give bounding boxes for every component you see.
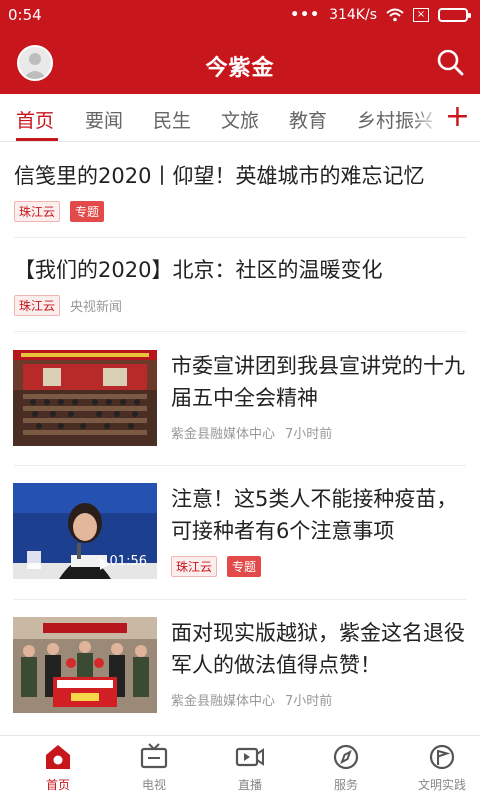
nav-label: 直播 (237, 778, 262, 792)
nav-services[interactable]: 服务 (298, 736, 394, 800)
topic-tag: 专题 (227, 556, 262, 577)
tab-livelihood[interactable]: 民生 (153, 106, 191, 133)
article-source: 紫金县融媒体中心 (171, 694, 276, 709)
award-ceremony-image (13, 617, 157, 713)
home-icon (46, 745, 70, 769)
article-title: 市委宣讲团到我县宣讲党的十九届五中全会精神 (171, 354, 465, 410)
add-tab-button[interactable]: + (445, 100, 470, 134)
list-item[interactable]: 注意！这5类人不能接种疫苗，可接种者有6个注意事项 珠江云 专题 (171, 483, 467, 577)
status-dots: ••• (290, 7, 321, 23)
compass-icon (333, 744, 359, 770)
nav-tv[interactable]: 电视 (106, 736, 202, 800)
app-header: 今紫金 (0, 30, 480, 94)
article-source: 紫金县融媒体中心 (171, 427, 276, 442)
no-sim-icon: × (413, 8, 429, 22)
bottom-navigation: 首页 电视 直播 服务 文明实践 (0, 735, 480, 800)
app-title: 今紫金 (205, 56, 275, 81)
divider (14, 237, 466, 238)
category-tabs: 首页 要闻 民生 文旅 教育 乡村振兴 + (0, 94, 480, 142)
nav-civilization-practice[interactable]: 文明实践 (394, 736, 480, 800)
video-duration: 01:56 (109, 554, 147, 569)
nav-label: 首页 (45, 778, 70, 792)
nav-label: 文明实践 (417, 778, 466, 792)
nav-label: 服务 (333, 778, 358, 792)
tab-home[interactable]: 首页 (16, 106, 54, 133)
tab-education[interactable]: 教育 (289, 106, 327, 133)
article-time: 7小时前 (285, 694, 333, 709)
search-icon[interactable] (434, 46, 466, 78)
divider (14, 331, 466, 332)
meeting-hall-image (13, 350, 157, 446)
article-title: 注意！这5类人不能接种疫苗，可接种者有6个注意事项 (171, 487, 458, 543)
article-time: 7小时前 (285, 427, 333, 442)
flag-icon (429, 744, 455, 770)
status-bar: 0:54 ••• 314K/s × (0, 0, 480, 30)
article-source: 央视新闻 (70, 300, 123, 315)
active-tab-indicator (16, 138, 58, 141)
article-thumbnail[interactable] (13, 350, 157, 446)
divider (14, 465, 466, 466)
article-title: 面对现实版越狱，紫金这名退役军人的做法值得点赞！ (171, 621, 465, 677)
divider (14, 599, 466, 600)
list-item[interactable]: 信笺里的2020丨仰望！英雄城市的难忘记忆 珠江云 专题 (14, 161, 466, 222)
nav-live[interactable]: 直播 (202, 736, 298, 800)
source-tag: 珠江云 (171, 556, 218, 577)
tab-news[interactable]: 要闻 (85, 106, 123, 133)
list-item[interactable]: 【我们的2020】北京：社区的温暖变化 珠江云 央视新闻 (14, 255, 466, 316)
topic-tag: 专题 (70, 201, 105, 222)
tv-icon (140, 743, 168, 769)
list-item[interactable]: 市委宣讲团到我县宣讲党的十九届五中全会精神 紫金县融媒体中心 7小时前 (171, 350, 467, 442)
video-thumbnail[interactable]: 01:56 (13, 483, 157, 579)
battery-icon (438, 8, 471, 22)
source-tag: 珠江云 (14, 201, 61, 222)
source-tag: 珠江云 (14, 295, 61, 316)
article-title: 【我们的2020】北京：社区的温暖变化 (14, 258, 383, 282)
status-time: 0:54 (8, 6, 42, 24)
news-feed: 信笺里的2020丨仰望！英雄城市的难忘记忆 珠江云 专题 【我们的2020】北京… (0, 143, 480, 735)
wifi-icon (386, 8, 404, 22)
nav-home[interactable]: 首页 (10, 736, 106, 800)
article-title: 信笺里的2020丨仰望！英雄城市的难忘记忆 (14, 164, 425, 188)
nav-label: 电视 (141, 778, 166, 792)
live-icon (235, 747, 264, 767)
list-item[interactable]: 面对现实版越狱，紫金这名退役军人的做法值得点赞！ 紫金县融媒体中心 7小时前 (171, 617, 467, 709)
network-speed: 314K/s (329, 7, 377, 23)
article-thumbnail[interactable] (13, 617, 157, 713)
tab-culture-tourism[interactable]: 文旅 (221, 106, 259, 133)
